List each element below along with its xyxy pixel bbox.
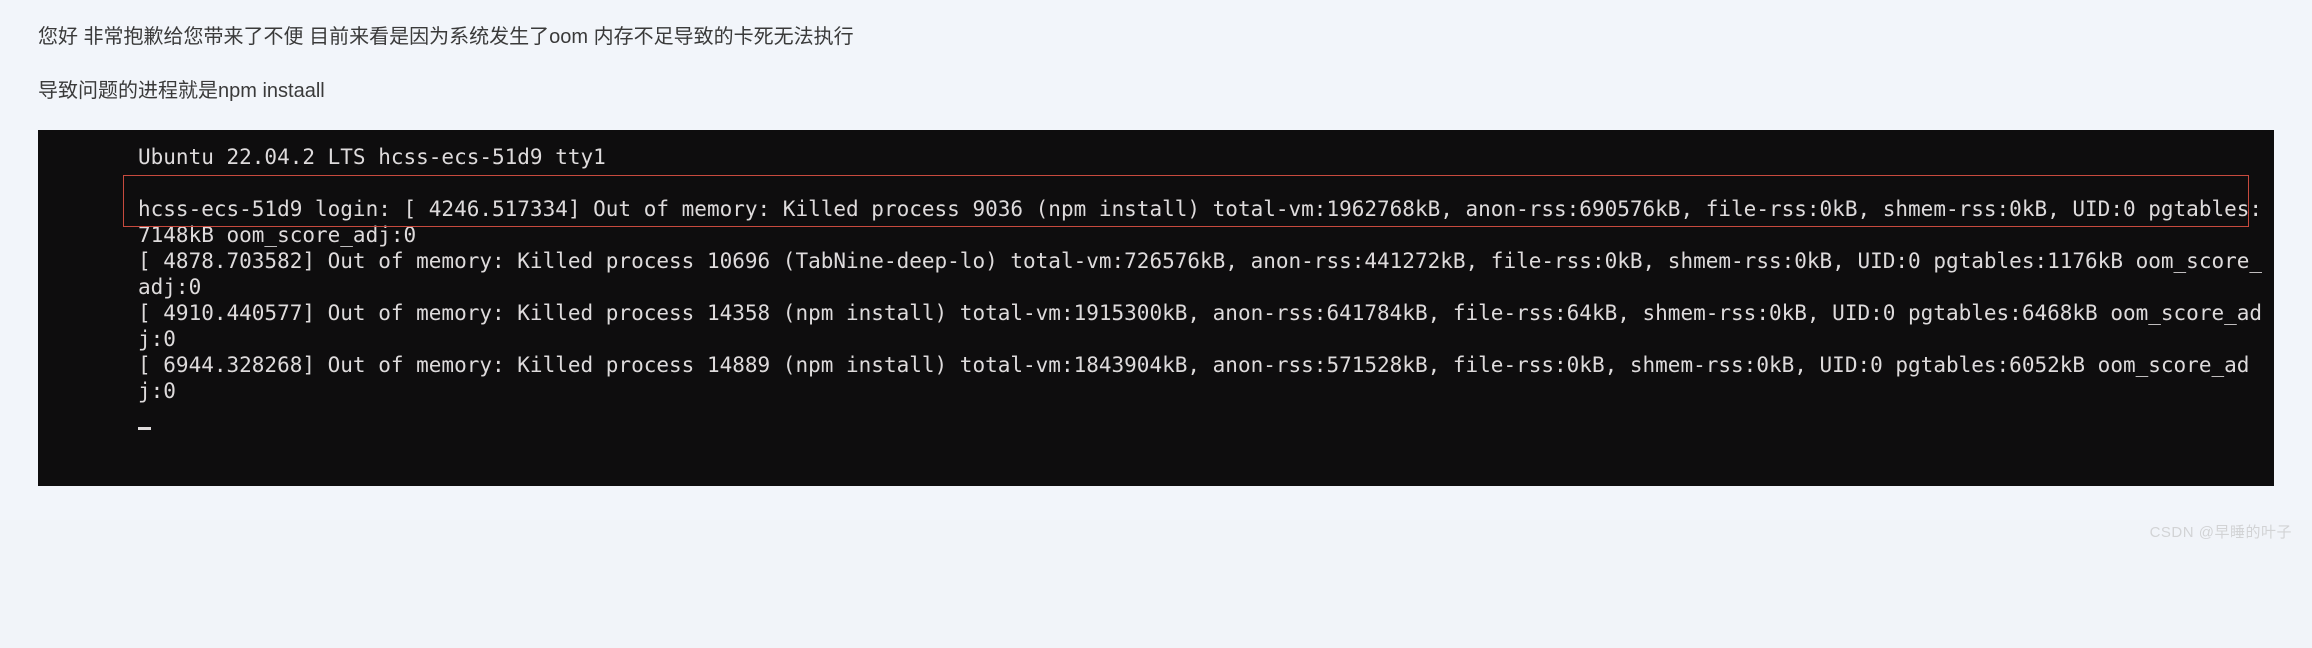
terminal-line-oom-3: [ 4910.440577] Out of memory: Killed pro… bbox=[38, 300, 2274, 352]
terminal-line-oom-2: [ 4878.703582] Out of memory: Killed pro… bbox=[38, 248, 2274, 300]
terminal-screenshot: Ubuntu 22.04.2 LTS hcss-ecs-51d9 tty1 hc… bbox=[38, 130, 2274, 486]
watermark: CSDN @早睡的叶子 bbox=[2150, 521, 2292, 542]
explanation-line-1: 您好 非常抱歉给您带来了不便 目前来看是因为系统发生了oom 内存不足导致的卡死… bbox=[38, 22, 2274, 52]
terminal-line-oom-4: [ 6944.328268] Out of memory: Killed pro… bbox=[38, 352, 2274, 404]
terminal-line-blank bbox=[38, 170, 2274, 196]
terminal-cursor bbox=[138, 427, 151, 430]
article-body: 您好 非常抱歉给您带来了不便 目前来看是因为系统发生了oom 内存不足导致的卡死… bbox=[0, 0, 2312, 520]
explanation-line-2: 导致问题的进程就是npm instaall bbox=[38, 76, 2274, 106]
terminal-line-header: Ubuntu 22.04.2 LTS hcss-ecs-51d9 tty1 bbox=[38, 144, 2274, 170]
terminal-line-oom-1: hcss-ecs-51d9 login: [ 4246.517334] Out … bbox=[38, 196, 2274, 248]
